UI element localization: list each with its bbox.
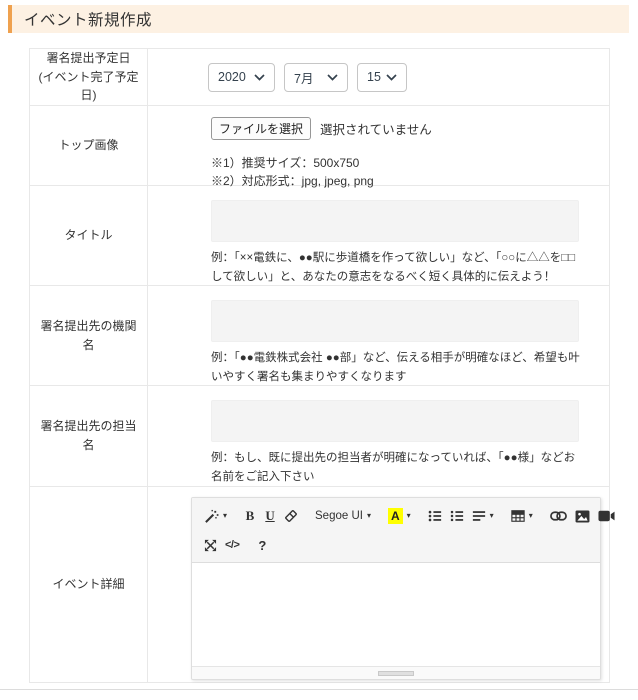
- page-header: イベント新規作成: [8, 5, 629, 33]
- image-note-size: ※1）推奨サイズ：500x750: [211, 154, 589, 172]
- bold-label: B: [246, 508, 255, 524]
- link-icon: [550, 511, 567, 521]
- style-dropdown-button[interactable]: ▾: [200, 505, 231, 527]
- picture-button[interactable]: [571, 505, 594, 527]
- row-contact: 署名提出先の担当名 例：もし、既に提出先の担当者が明確になっていれば、「●●様」…: [30, 386, 609, 487]
- field-label-organization: 署名提出先の機関名: [30, 286, 148, 385]
- title-value-cell: 例：「××電鉄に、●●駅に歩道橋を作って欲しい」など、「○○に△△を□□して欲し…: [148, 186, 615, 285]
- date-label-line2: (イベント完了予定日): [39, 70, 139, 103]
- picture-icon: [575, 510, 590, 523]
- caret-icon: ▾: [223, 512, 227, 520]
- organization-hint: 例：「●●電鉄株式会社 ●●部」など、伝える相手が明確なほど、希望も叶いやすく署…: [211, 349, 583, 387]
- month-select[interactable]: 7月: [284, 63, 348, 92]
- row-event-detail: イベント詳細 ▾ B U: [30, 487, 609, 682]
- field-label-contact: 署名提出先の担当名: [30, 386, 148, 486]
- fullscreen-icon: [204, 539, 217, 552]
- caret-icon: ▾: [407, 512, 411, 520]
- fullscreen-button[interactable]: [200, 534, 221, 556]
- header-accent-bar: [8, 5, 12, 33]
- ordered-list-button[interactable]: [446, 505, 468, 527]
- editor-resize-handle[interactable]: [192, 666, 600, 679]
- row-organization: 署名提出先の機関名 例：「●●電鉄株式会社 ●●部」など、伝える相手が明確なほど…: [30, 286, 609, 386]
- chevron-down-icon: [254, 74, 265, 81]
- paragraph-dropdown-button[interactable]: ▾: [468, 505, 498, 527]
- help-button[interactable]: ?: [252, 534, 272, 556]
- date-value-cell: 2020 7月 15: [148, 49, 609, 105]
- video-button[interactable]: [594, 505, 619, 527]
- table-dropdown-button[interactable]: ▾: [507, 505, 537, 527]
- year-select[interactable]: 2020: [208, 63, 275, 92]
- month-select-value: 7月: [294, 68, 313, 87]
- row-top-image: トップ画像 ファイルを選択 選択されていません ※1）推奨サイズ：500x750…: [30, 106, 609, 186]
- eraser-icon: [284, 509, 298, 523]
- bold-button[interactable]: B: [240, 505, 260, 527]
- underline-label: U: [265, 508, 274, 524]
- unordered-list-button[interactable]: [424, 505, 446, 527]
- caret-icon: ▾: [529, 512, 533, 520]
- year-select-value: 2020: [218, 70, 246, 84]
- underline-button[interactable]: U: [260, 505, 280, 527]
- chevron-down-icon: [327, 74, 338, 81]
- file-status-text: 選択されていません: [320, 119, 432, 138]
- font-family-dropdown-button[interactable]: Segoe UI ▾: [311, 505, 375, 527]
- day-select[interactable]: 15: [357, 63, 407, 92]
- list-ul-icon: [428, 509, 442, 523]
- contact-value-cell: 例：もし、既に提出先の担当者が明確になっていれば、「●●様」などお名前をご記入下…: [148, 386, 615, 486]
- content-panel: イベント新規作成 署名提出予定日 (イベント完了予定日) 2020 7月: [0, 0, 638, 690]
- magic-wand-icon: [204, 509, 219, 524]
- align-left-icon: [472, 509, 486, 523]
- caret-icon: ▾: [367, 512, 371, 520]
- font-color-swatch: A: [388, 508, 403, 524]
- file-select-button[interactable]: ファイルを選択: [211, 117, 311, 140]
- font-family-label: Segoe UI: [315, 510, 363, 522]
- field-label-detail: イベント詳細: [30, 487, 148, 682]
- rich-text-editor: ▾ B U: [191, 497, 601, 680]
- list-ol-icon: [450, 509, 464, 523]
- date-label-line1: 署名提出予定日: [46, 51, 130, 65]
- organization-value-cell: 例：「●●電鉄株式会社 ●●部」など、伝える相手が明確なほど、希望も叶いやすく署…: [148, 286, 615, 385]
- clear-format-button[interactable]: [280, 505, 302, 527]
- help-label: ?: [258, 538, 266, 553]
- day-select-value: 15: [367, 70, 381, 84]
- video-icon: [598, 510, 615, 522]
- contact-hint: 例：もし、既に提出先の担当者が明確になっていれば、「●●様」などお名前をご記入下…: [211, 449, 583, 487]
- table-icon: [511, 509, 525, 523]
- image-value-cell: ファイルを選択 選択されていません ※1）推奨サイズ：500x750 ※2）対応…: [148, 106, 609, 185]
- row-submit-date: 署名提出予定日 (イベント完了予定日) 2020 7月 15: [30, 49, 609, 106]
- code-view-button[interactable]: </>: [221, 534, 243, 556]
- title-hint: 例：「××電鉄に、●●駅に歩道橋を作って欲しい」など、「○○に△△を□□して欲し…: [211, 249, 583, 287]
- code-view-label: </>: [225, 539, 239, 551]
- resize-grip-icon: [378, 671, 414, 676]
- field-label-top-image: トップ画像: [30, 106, 148, 185]
- chevron-down-icon: [386, 74, 397, 81]
- row-title: タイトル 例：「××電鉄に、●●駅に歩道橋を作って欲しい」など、「○○に△△を□…: [30, 186, 609, 286]
- title-input[interactable]: [211, 200, 579, 242]
- editor-toolbar: ▾ B U: [192, 498, 600, 563]
- organization-input[interactable]: [211, 300, 579, 342]
- page-title: イベント新規作成: [24, 8, 152, 30]
- field-label-date: 署名提出予定日 (イベント完了予定日): [30, 49, 148, 105]
- event-form: 署名提出予定日 (イベント完了予定日) 2020 7月 15: [29, 48, 610, 683]
- field-label-title: タイトル: [30, 186, 148, 285]
- link-button[interactable]: [546, 505, 571, 527]
- contact-input[interactable]: [211, 400, 579, 442]
- detail-value-cell: ▾ B U: [148, 487, 609, 682]
- editor-content-area[interactable]: [192, 563, 600, 666]
- font-color-dropdown-button[interactable]: A ▾: [384, 505, 415, 527]
- caret-icon: ▾: [490, 512, 494, 520]
